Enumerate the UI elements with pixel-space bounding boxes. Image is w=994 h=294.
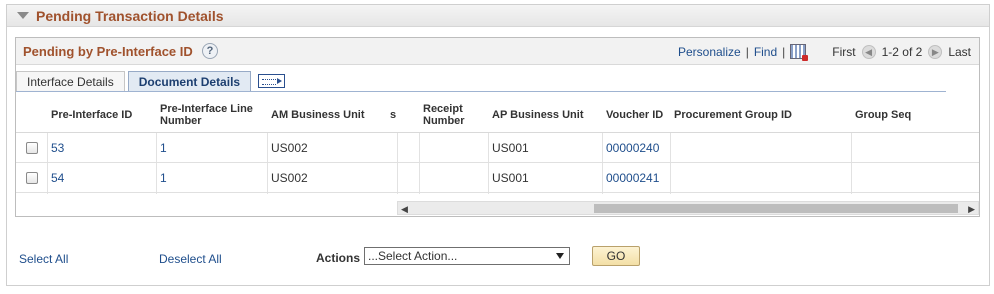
grid-table: Pre-Interface ID Pre-Interface Line Numb… bbox=[16, 96, 979, 196]
collapse-triangle-icon[interactable] bbox=[17, 12, 29, 19]
ap-business-unit-cell: US001 bbox=[492, 171, 529, 185]
row-select-checkbox[interactable] bbox=[22, 133, 38, 163]
horizontal-scrollbar[interactable]: ◀ ▶ bbox=[397, 201, 979, 215]
scroll-left-icon[interactable]: ◀ bbox=[401, 204, 408, 215]
section-header[interactable]: Pending Transaction Details bbox=[7, 5, 989, 27]
am-business-unit-cell: US002 bbox=[271, 171, 308, 185]
col-header-line-number[interactable]: Pre-Interface Line Number bbox=[156, 96, 267, 133]
voucher-id-link[interactable]: 00000240 bbox=[606, 141, 659, 155]
row-select-checkbox[interactable] bbox=[22, 163, 38, 193]
dropdown-arrow-icon[interactable] bbox=[556, 253, 564, 259]
col-header-receipt-number[interactable]: Receipt Number bbox=[419, 96, 488, 133]
grid-tabs: Interface Details Document Details bbox=[16, 70, 286, 92]
go-button[interactable]: GO bbox=[592, 246, 640, 266]
find-link[interactable]: Find bbox=[754, 45, 777, 59]
checkbox-icon[interactable] bbox=[26, 142, 38, 154]
select-all-link[interactable]: Select All bbox=[19, 252, 68, 266]
actions-label: Actions bbox=[316, 251, 361, 265]
actions-select[interactable]: ...Select Action... bbox=[364, 247, 570, 265]
pre-interface-id-link[interactable]: 54 bbox=[51, 171, 64, 185]
pending-grid: Pending by Pre-Interface ID ? Personaliz… bbox=[15, 37, 980, 217]
show-all-columns-icon[interactable] bbox=[258, 74, 286, 88]
line-number-link[interactable]: 1 bbox=[160, 141, 167, 155]
table-row: 54 1 US002 US001 00000241 bbox=[16, 163, 979, 193]
line-number-link[interactable]: 1 bbox=[160, 171, 167, 185]
download-excel-icon[interactable] bbox=[790, 44, 809, 61]
col-header-am-business-unit[interactable]: AM Business Unit bbox=[267, 96, 395, 133]
deselect-all-link[interactable]: Deselect All bbox=[159, 252, 222, 266]
ap-business-unit-cell: US001 bbox=[492, 141, 529, 155]
scroll-right-icon[interactable]: ▶ bbox=[968, 204, 975, 215]
tab-interface-details[interactable]: Interface Details bbox=[16, 71, 125, 92]
next-row-icon[interactable]: ▶ bbox=[928, 44, 943, 59]
col-header-truncated: s bbox=[390, 108, 397, 121]
tab-document-details[interactable]: Document Details bbox=[127, 71, 252, 92]
toolbar-separator: | bbox=[745, 44, 749, 59]
grid-header: Pending by Pre-Interface ID ? Personaliz… bbox=[16, 38, 979, 65]
first-label: First bbox=[832, 44, 856, 59]
help-icon[interactable]: ? bbox=[202, 43, 218, 59]
footer-actions: Select All Deselect All Actions ...Selec… bbox=[0, 243, 994, 269]
col-header-pre-interface-id[interactable]: Pre-Interface ID bbox=[47, 96, 156, 133]
am-business-unit-cell: US002 bbox=[271, 141, 308, 155]
table-header: Pre-Interface ID Pre-Interface Line Numb… bbox=[16, 96, 979, 133]
col-header-group-seq[interactable]: Group Seq bbox=[851, 96, 971, 133]
actions-select-value: ...Select Action... bbox=[368, 249, 458, 263]
table-row: 53 1 US002 US001 00000240 bbox=[16, 133, 979, 163]
grid-title: Pending by Pre-Interface ID bbox=[23, 44, 193, 59]
toolbar-separator: | bbox=[782, 44, 786, 59]
personalize-link[interactable]: Personalize bbox=[678, 45, 741, 59]
grid-toolbar: Personalize | Find | First ◀ 1-2 of 2 ▶ … bbox=[678, 44, 971, 61]
col-header-ap-business-unit[interactable]: AP Business Unit bbox=[488, 96, 602, 133]
section-title: Pending Transaction Details bbox=[36, 7, 224, 24]
previous-row-icon[interactable]: ◀ bbox=[861, 44, 876, 59]
row-range: 1-2 of 2 bbox=[881, 44, 923, 59]
last-label: Last bbox=[948, 44, 971, 59]
voucher-id-link[interactable]: 00000241 bbox=[606, 171, 659, 185]
pre-interface-id-link[interactable]: 53 bbox=[51, 141, 64, 155]
col-header-voucher-id[interactable]: Voucher ID bbox=[602, 96, 670, 133]
scrollbar-thumb[interactable] bbox=[594, 204, 958, 213]
tab-underline bbox=[16, 91, 946, 92]
col-header-procurement-group-id[interactable]: Procurement Group ID bbox=[670, 96, 851, 133]
checkbox-icon[interactable] bbox=[26, 172, 38, 184]
